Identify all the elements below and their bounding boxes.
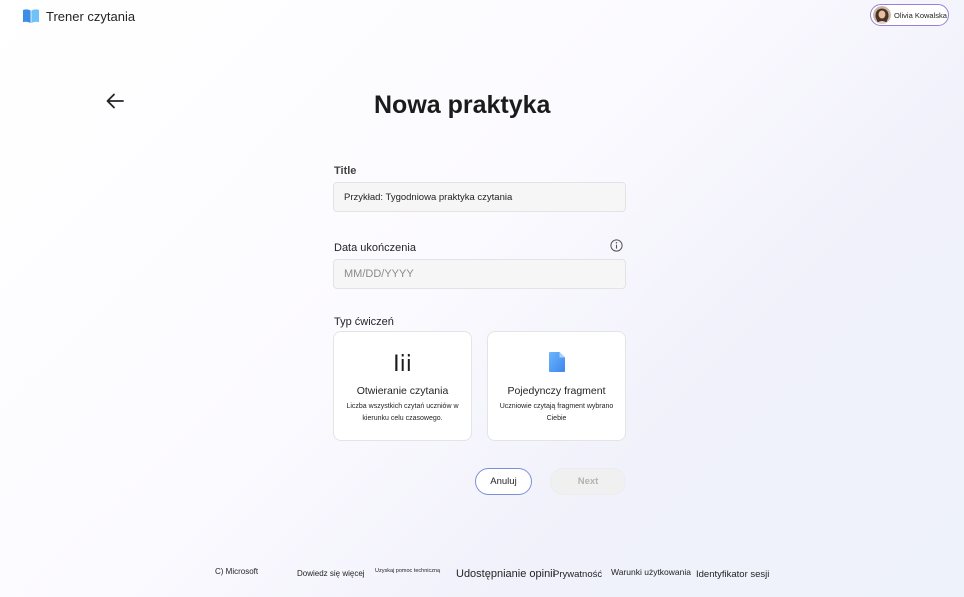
card-title: Otwieranie czytania — [356, 385, 449, 397]
title-input[interactable] — [333, 182, 626, 212]
privacy-link[interactable]: Prywatność — [553, 569, 602, 580]
copyright-text: C) Microsoft — [215, 567, 259, 576]
avatar — [873, 6, 891, 24]
reading-practice-card[interactable]: Iii Otwieranie czytania Liczba wszystkic… — [333, 331, 472, 441]
next-button[interactable]: Next — [550, 468, 626, 495]
learn-more-link[interactable]: Dowiedz się więcej — [297, 569, 365, 578]
card-description: Liczba wszystkich czytań uczniów w kieru… — [346, 403, 459, 422]
exercise-type-label: Typ ćwiczeń — [334, 316, 394, 328]
feedback-link[interactable]: Udostępnianie opinii — [456, 568, 555, 580]
due-date-input[interactable] — [333, 259, 626, 289]
session-id-link[interactable]: Identyfikator sesji — [696, 569, 769, 580]
cancel-button[interactable]: Anuluj — [475, 468, 532, 495]
profile-button[interactable]: Olivia Kowalska — [870, 4, 949, 26]
reading-bars-icon: Iii — [393, 352, 412, 377]
page-title: Nowa praktyka — [374, 91, 551, 119]
app-title: Trener czytania — [46, 9, 136, 24]
book-logo-icon — [23, 9, 39, 23]
card-description: Uczniowie czytają fragment wybrano Ciebi… — [499, 403, 614, 422]
card-title: Pojedynczy fragment — [507, 385, 606, 397]
get-help-link[interactable]: Uzyskaj pomoc techniczną — [375, 568, 440, 574]
top-bar: Trener czytania Olivia Kowalska — [0, 0, 964, 32]
due-date-label: Data ukończenia — [334, 242, 416, 254]
user-name: Olivia Kowalska — [894, 10, 947, 20]
document-icon — [549, 352, 565, 372]
info-icon[interactable] — [610, 239, 623, 252]
title-label: Title — [334, 165, 357, 177]
back-arrow-icon[interactable] — [104, 91, 126, 111]
terms-link[interactable]: Warunki użytkowania — [611, 567, 691, 577]
single-passage-card[interactable]: Pojedynczy fragment Uczniowie czytają fr… — [487, 331, 626, 441]
